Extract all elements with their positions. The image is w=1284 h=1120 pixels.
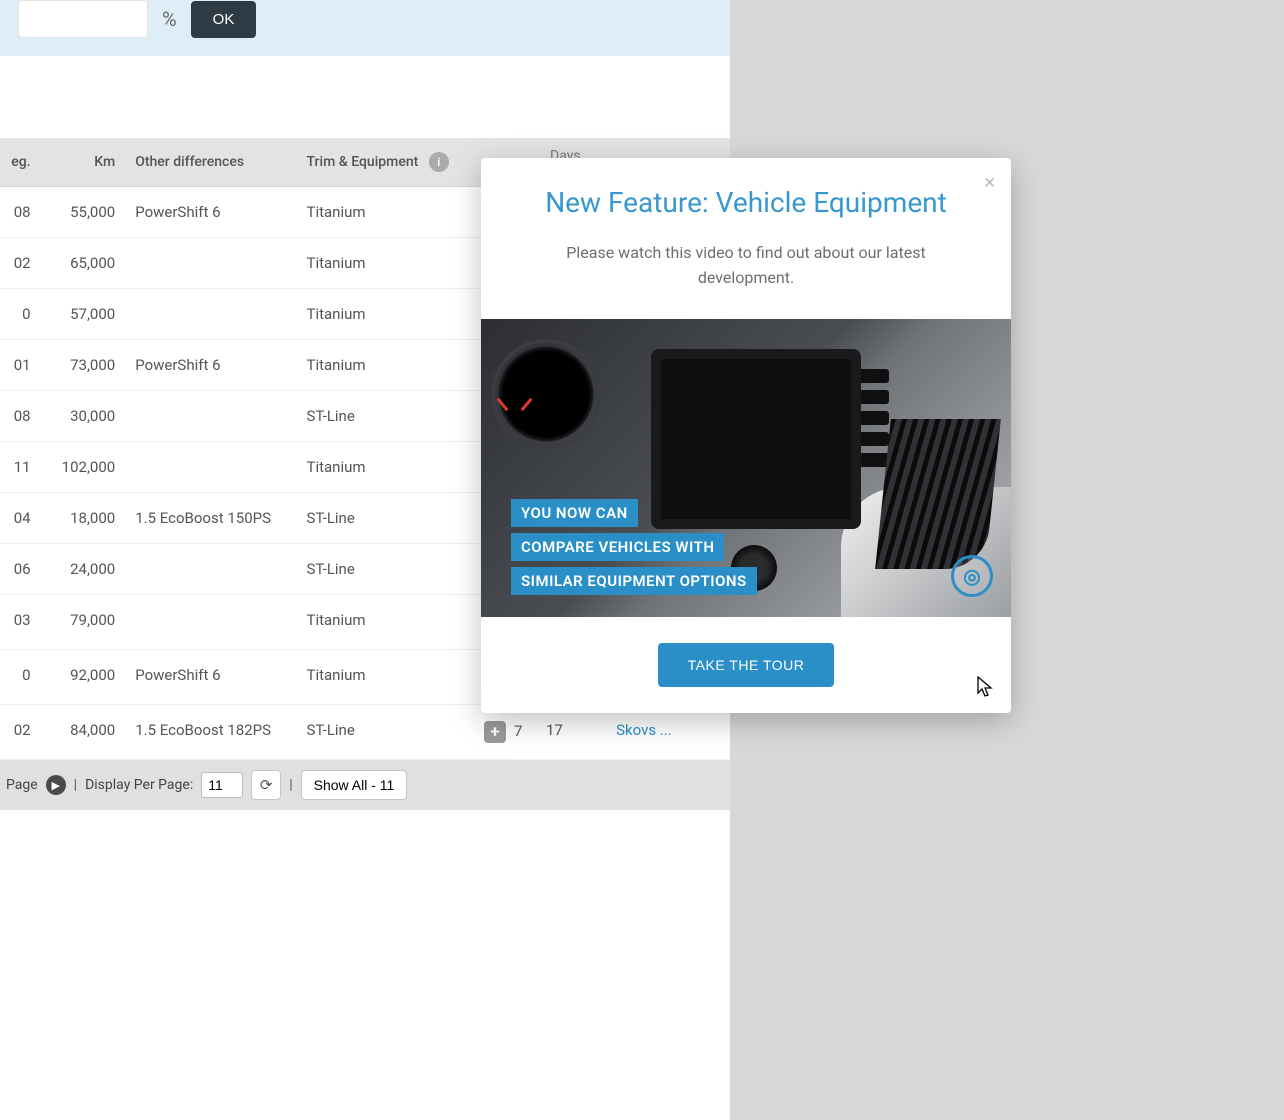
col-trim-label: Trim & Equipment (307, 154, 419, 170)
feature-modal: × New Feature: Vehicle Equipment Please … (481, 158, 1011, 713)
cell-trim: Titanium (297, 650, 475, 705)
cell-reg: 03 (0, 595, 41, 650)
cell-reg: 01 (0, 340, 41, 391)
cell-other (125, 544, 296, 595)
cell-km: 73,000 (41, 340, 126, 391)
cell-reg: 0 (0, 650, 41, 705)
cell-reg: 02 (0, 705, 41, 760)
cell-count: +7 (474, 705, 536, 760)
cell-other: PowerShift 6 (125, 187, 296, 238)
filter-bar: % OK (0, 0, 730, 56)
cell-reg: 08 (0, 187, 41, 238)
next-page-icon[interactable]: ▶ (46, 775, 66, 795)
close-icon[interactable]: × (984, 170, 995, 194)
take-tour-button[interactable]: TAKE THE TOUR (658, 643, 835, 687)
show-all-button[interactable]: Show All - 11 (301, 770, 408, 800)
cell-km: 84,000 (41, 705, 126, 760)
cell-reg: 11 (0, 442, 41, 493)
cell-dealer[interactable]: Skovs ... (606, 705, 730, 760)
refresh-icon[interactable]: ⟳ (251, 770, 281, 800)
modal-footer: TAKE THE TOUR (481, 617, 1011, 713)
video-line-1: YOU NOW CAN (511, 499, 638, 527)
feature-video[interactable]: ◎ YOU NOW CAN COMPARE VEHICLES WITH SIMI… (481, 319, 1011, 617)
modal-description: Please watch this video to find out abou… (481, 241, 1011, 319)
cell-km: 57,000 (41, 289, 126, 340)
page-label: Page (6, 777, 38, 793)
cell-trim: Titanium (297, 595, 475, 650)
table-row[interactable]: 0284,0001.5 EcoBoost 182PSST-Line+717Sko… (0, 705, 730, 760)
cell-km: 102,000 (41, 442, 126, 493)
gauge-icon (495, 393, 535, 433)
modal-title: New Feature: Vehicle Equipment (481, 158, 1011, 241)
cell-other (125, 238, 296, 289)
cell-reg: 06 (0, 544, 41, 595)
cell-km: 24,000 (41, 544, 126, 595)
cell-reg: 02 (0, 238, 41, 289)
cell-trim: Titanium (297, 340, 475, 391)
console-buttons-icon (851, 369, 889, 474)
col-reg[interactable]: eg. (0, 138, 41, 187)
video-caption: YOU NOW CAN COMPARE VEHICLES WITH SIMILA… (511, 499, 757, 595)
cell-trim: Titanium (297, 442, 475, 493)
cell-other (125, 289, 296, 340)
info-icon[interactable]: i (429, 152, 449, 172)
cell-km: 18,000 (41, 493, 126, 544)
cell-km: 92,000 (41, 650, 126, 705)
cell-trim: ST-Line (297, 705, 475, 760)
cell-other (125, 442, 296, 493)
video-line-3: SIMILAR EQUIPMENT OPTIONS (511, 567, 757, 595)
percent-input[interactable] (18, 0, 148, 38)
pager-sep-2: | (289, 777, 292, 793)
cell-trim: ST-Line (297, 493, 475, 544)
cell-reg: 08 (0, 391, 41, 442)
cell-km: 55,000 (41, 187, 126, 238)
cell-other (125, 595, 296, 650)
ok-button[interactable]: OK (191, 1, 257, 38)
cell-trim: ST-Line (297, 544, 475, 595)
cell-trim: Titanium (297, 187, 475, 238)
cell-other: 1.5 EcoBoost 150PS (125, 493, 296, 544)
brand-watermark-icon: ◎ (951, 555, 993, 597)
cell-trim: Titanium (297, 289, 475, 340)
cell-km: 65,000 (41, 238, 126, 289)
percent-symbol: % (162, 7, 177, 31)
col-km[interactable]: Km (41, 138, 126, 187)
air-vent-icon (875, 419, 1001, 569)
cell-days: 17 (536, 705, 606, 760)
cell-other: 1.5 EcoBoost 182PS (125, 705, 296, 760)
cell-reg: 04 (0, 493, 41, 544)
display-per-page-label: Display Per Page: (85, 777, 193, 793)
cell-other (125, 391, 296, 442)
per-page-input[interactable] (201, 772, 243, 798)
col-trim[interactable]: Trim & Equipment i (297, 138, 475, 187)
pager-sep-1: | (74, 777, 77, 793)
cell-km: 30,000 (41, 391, 126, 442)
cell-other: PowerShift 6 (125, 650, 296, 705)
cell-trim: Titanium (297, 238, 475, 289)
video-line-2: COMPARE VEHICLES WITH (511, 533, 724, 561)
pager: Page ▶ | Display Per Page: ⟳ | Show All … (0, 760, 730, 810)
expand-icon[interactable]: + (484, 721, 506, 743)
cell-trim: ST-Line (297, 391, 475, 442)
cell-reg: 0 (0, 289, 41, 340)
cell-other: PowerShift 6 (125, 340, 296, 391)
col-other[interactable]: Other differences (125, 138, 296, 187)
cell-km: 79,000 (41, 595, 126, 650)
